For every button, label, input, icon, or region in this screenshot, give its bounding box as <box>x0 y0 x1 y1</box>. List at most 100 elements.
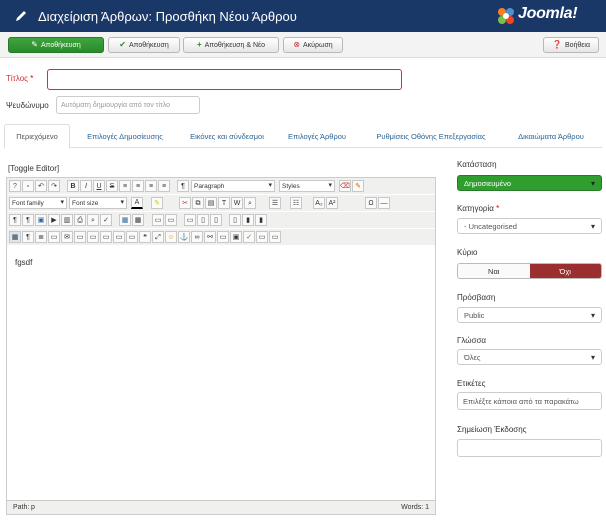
subscript-icon[interactable]: A₂ <box>313 197 325 209</box>
checkmark-icon[interactable]: ✓ <box>243 231 255 243</box>
tab-editor-config[interactable]: Ρυθμίσεις Οθόνης Επεξεργασίας <box>360 124 502 148</box>
cancel-label: Ακύρωση <box>303 41 333 49</box>
print-icon[interactable]: ⎙ <box>74 214 86 226</box>
row-before-icon[interactable]: ▭ <box>152 214 164 226</box>
abbr-icon[interactable]: ▭ <box>48 231 60 243</box>
editor-content[interactable]: fgsdf <box>15 258 32 267</box>
align-left-icon[interactable]: ≡ <box>119 180 131 192</box>
paste-word-icon[interactable]: W <box>231 197 243 209</box>
cancel-button[interactable]: ⊗ Ακύρωση <box>283 37 343 53</box>
save-new-button[interactable]: + Αποθήκευση & Νέο <box>183 37 279 53</box>
numbered-list-icon[interactable]: ☷ <box>290 197 302 209</box>
save-button[interactable]: ✎ Αποθήκευση <box>8 37 104 53</box>
visual-aid-icon[interactable]: ▦ <box>9 231 21 243</box>
styles-select[interactable]: Styles <box>279 180 335 192</box>
new-document-icon[interactable]: ▫ <box>22 180 34 192</box>
align-justify-icon[interactable]: ≡ <box>158 180 170 192</box>
align-right-icon[interactable]: ≡ <box>145 180 157 192</box>
joomla-logo[interactable]: Joomla! <box>496 5 602 27</box>
featured-no-option[interactable]: Όχι <box>529 264 601 278</box>
link-icon[interactable]: ∞ <box>191 231 203 243</box>
redo-icon[interactable]: ↷ <box>48 180 60 192</box>
delete-row-icon[interactable]: ▭ <box>184 214 196 226</box>
font-size-select[interactable]: Font size <box>69 197 127 209</box>
horizontal-rule-icon[interactable]: — <box>378 197 390 209</box>
image-icon[interactable]: ▣ <box>35 214 47 226</box>
copy-icon[interactable]: ⧉ <box>192 197 204 209</box>
featured-yes-option[interactable]: Ναι <box>458 264 530 278</box>
search-replace-icon[interactable]: ⌕ <box>244 197 256 209</box>
strikethrough-icon[interactable]: S <box>106 180 118 192</box>
delete-col-icon[interactable]: ▯ <box>229 214 241 226</box>
format-select[interactable]: Paragraph <box>191 180 275 192</box>
tab-images-links[interactable]: Εικόνες και σύνδεσμοι <box>180 124 274 148</box>
font-family-select[interactable]: Font family <box>9 197 67 209</box>
blockquote-icon[interactable]: ❝ <box>139 231 151 243</box>
code-icon[interactable]: ≣ <box>35 231 47 243</box>
help-icon[interactable]: ? <box>9 180 21 192</box>
template-icon[interactable]: ▥ <box>61 214 73 226</box>
italic-icon[interactable]: I <box>80 180 92 192</box>
tab-publishing[interactable]: Επιλογές Δημοσίευσης <box>74 124 176 148</box>
pagebreak-icon[interactable]: ▭ <box>256 231 268 243</box>
attribs-icon[interactable]: ▭ <box>113 231 125 243</box>
ins-icon[interactable]: ▭ <box>100 231 112 243</box>
superscript-icon[interactable]: A² <box>326 197 338 209</box>
fullscreen-icon[interactable]: ⤢ <box>152 231 164 243</box>
tab-permissions[interactable]: Δικαιώματα Άρθρου <box>506 124 596 148</box>
undo-icon[interactable]: ↶ <box>35 180 47 192</box>
row-after-icon[interactable]: ▭ <box>165 214 177 226</box>
help-button[interactable]: ❓ Βοήθεια <box>543 37 599 53</box>
bold-icon[interactable]: B <box>67 180 79 192</box>
col-after-icon[interactable]: ▯ <box>210 214 222 226</box>
language-value: Όλες <box>464 352 481 362</box>
category-select[interactable]: - Uncategorised ▾ <box>457 218 602 234</box>
rtl-icon[interactable]: ¶ <box>22 214 34 226</box>
split-cells-icon[interactable]: ▮ <box>242 214 254 226</box>
nonbreaking-icon[interactable]: ▭ <box>126 231 138 243</box>
underline-icon[interactable]: U <box>93 180 105 192</box>
emoticons-icon[interactable]: ☺ <box>165 231 177 243</box>
clear-format-icon[interactable]: ⌫ <box>339 180 351 192</box>
format-icon[interactable]: ¶ <box>177 180 189 192</box>
image-manager-icon[interactable]: ▣ <box>230 231 242 243</box>
del-icon[interactable]: ▭ <box>87 231 99 243</box>
title-input[interactable] <box>47 69 402 90</box>
tab-article-options[interactable]: Επιλογές Άρθρου <box>278 124 356 148</box>
tags-input[interactable]: Επιλέξτε κάποια από τα παρακάτω <box>457 392 602 410</box>
alias-input[interactable]: Αυτόματη δημιουργία από τον τίτλο <box>56 96 200 114</box>
access-select[interactable]: Public ▾ <box>457 307 602 323</box>
pencil-icon <box>16 11 26 21</box>
paste-icon[interactable]: ▤ <box>205 197 217 209</box>
table-icon[interactable]: ▦ <box>119 214 131 226</box>
language-select[interactable]: Όλες ▾ <box>457 349 602 365</box>
merge-cells-icon[interactable]: ▮ <box>255 214 267 226</box>
special-char-icon[interactable]: Ω <box>365 197 377 209</box>
path-value[interactable]: p <box>31 504 35 511</box>
save-close-button[interactable]: ✔ Αποθήκευση <box>108 37 180 53</box>
status-select[interactable]: Δημοσιευμένο ▾ <box>457 175 602 191</box>
col-before-icon[interactable]: ▯ <box>197 214 209 226</box>
version-note-input[interactable] <box>457 439 602 457</box>
media-icon[interactable]: ▶ <box>48 214 60 226</box>
ltr-icon[interactable]: ¶ <box>9 214 21 226</box>
cut-icon[interactable]: ✂ <box>179 197 191 209</box>
tab-content[interactable]: Περιεχόμενο <box>4 124 70 149</box>
align-center-icon[interactable]: ≡ <box>132 180 144 192</box>
toggle-editor-link[interactable]: [Toggle Editor] <box>8 164 59 173</box>
embed-icon[interactable]: ▭ <box>217 231 229 243</box>
anchor-icon[interactable]: ⚓ <box>178 231 190 243</box>
acronym-icon[interactable]: ▭ <box>74 231 86 243</box>
cite-icon[interactable]: ✉ <box>61 231 73 243</box>
highlight-icon[interactable]: ✎ <box>151 197 163 209</box>
show-blocks-icon[interactable]: ¶ <box>22 231 34 243</box>
find-icon[interactable]: ⌕ <box>87 214 99 226</box>
readmore-icon[interactable]: ▭ <box>269 231 281 243</box>
bullet-list-icon[interactable]: ☰ <box>269 197 281 209</box>
spellcheck-icon[interactable]: ✓ <box>100 214 112 226</box>
unlink-icon[interactable]: ⚯ <box>204 231 216 243</box>
table-props-icon[interactable]: ▦ <box>132 214 144 226</box>
cleanup-icon[interactable]: ✎ <box>352 180 364 192</box>
paste-text-icon[interactable]: T <box>218 197 230 209</box>
text-color-icon[interactable]: A <box>131 197 143 209</box>
